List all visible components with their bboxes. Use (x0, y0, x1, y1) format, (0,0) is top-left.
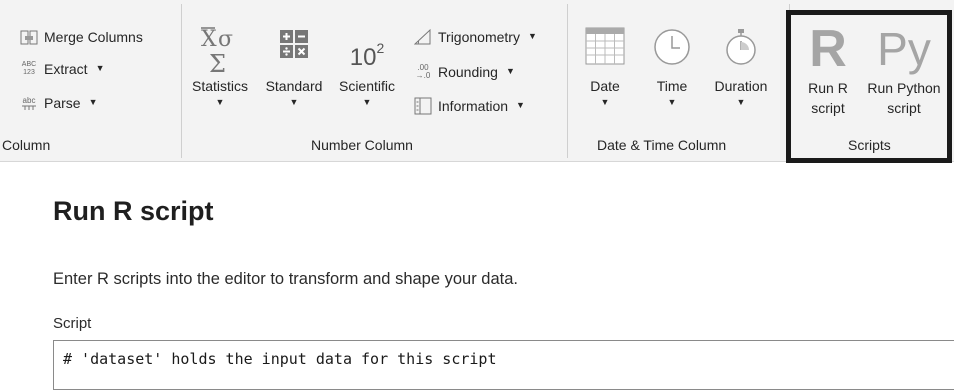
caret-down-icon: ▼ (516, 100, 525, 110)
rounding-icon: .00 →.0 (415, 63, 431, 80)
information-button[interactable]: Information ▼ (414, 95, 525, 117)
group-label-column: Column (2, 137, 51, 153)
duration-label: Duration (714, 78, 768, 94)
svg-text:X: X (201, 27, 217, 52)
caret-down-icon: ▼ (736, 97, 746, 107)
statistics-icon: X σ Σ (201, 27, 233, 76)
trigonometry-icon (414, 28, 432, 46)
information-icon (414, 97, 432, 115)
rounding-button[interactable]: .00 →.0 Rounding ▼ (414, 61, 515, 83)
clock-icon (654, 29, 690, 65)
script-field-label: Script (53, 315, 92, 332)
statistics-button[interactable]: X σ Σ Statistics ▼ (187, 24, 253, 108)
ribbon: Merge Columns ABC 123 Extract ▼ abc Pars… (0, 0, 954, 163)
caret-down-icon: ▼ (600, 97, 610, 107)
parse-button[interactable]: abc Parse ▼ (20, 92, 98, 114)
standard-button[interactable]: Standard ▼ (259, 24, 329, 108)
date-label: Date (590, 78, 620, 94)
group-label-date-time-column: Date & Time Column (597, 137, 727, 153)
duration-button[interactable]: Duration ▼ (703, 24, 779, 108)
group-separator (181, 4, 182, 158)
scientific-icon-exp: 2 (376, 40, 385, 56)
script-editor-line[interactable]: # 'dataset' holds the input data for thi… (63, 350, 496, 368)
caret-down-icon: ▼ (505, 66, 515, 76)
time-label: Time (656, 78, 688, 94)
parse-label: Parse (44, 95, 81, 111)
scientific-icon-base: 10 (349, 44, 377, 71)
merge-columns-label: Merge Columns (44, 29, 143, 45)
dialog-description: Enter R scripts into the editor to trans… (53, 270, 518, 288)
extract-label: Extract (44, 61, 88, 77)
extract-button[interactable]: ABC 123 Extract ▼ (20, 58, 105, 80)
parse-icon: abc (20, 94, 38, 112)
extract-icon: ABC 123 (21, 61, 37, 76)
group-label-number-column: Number Column (311, 137, 413, 153)
scientific-label: Scientific (338, 78, 396, 94)
merge-columns-button[interactable]: Merge Columns (20, 26, 143, 48)
dialog-title: Run R script (53, 196, 214, 226)
parse-icon-text: abc (22, 95, 36, 105)
scripts-highlight-box (786, 10, 952, 163)
statistics-label: Statistics (191, 78, 248, 94)
group-separator (567, 4, 568, 158)
information-label: Information (438, 98, 509, 114)
caret-down-icon: ▼ (289, 97, 299, 107)
rounding-label: Rounding (438, 64, 498, 80)
scientific-icon: 10 2 (350, 24, 385, 76)
caret-down-icon: ▼ (527, 31, 537, 41)
standard-operators-icon (280, 30, 308, 58)
caret-down-icon: ▼ (667, 97, 677, 107)
date-button[interactable]: Date ▼ (579, 24, 631, 108)
script-editor[interactable]: # 'dataset' holds the input data for thi… (53, 340, 954, 390)
svg-text:σ: σ (218, 27, 233, 52)
caret-down-icon: ▼ (362, 97, 372, 107)
calendar-icon (585, 27, 625, 65)
merge-columns-icon (20, 28, 38, 46)
stopwatch-icon (726, 29, 756, 65)
trigonometry-button[interactable]: Trigonometry ▼ (414, 26, 537, 48)
caret-down-icon: ▼ (88, 97, 98, 107)
time-button[interactable]: Time ▼ (646, 24, 698, 108)
caret-down-icon: ▼ (95, 63, 105, 73)
trigonometry-label: Trigonometry (438, 29, 520, 45)
svg-text:Σ: Σ (209, 50, 226, 76)
scientific-button[interactable]: 10 2 Scientific ▼ (332, 24, 402, 108)
caret-down-icon: ▼ (215, 97, 225, 107)
standard-label: Standard (265, 78, 323, 94)
